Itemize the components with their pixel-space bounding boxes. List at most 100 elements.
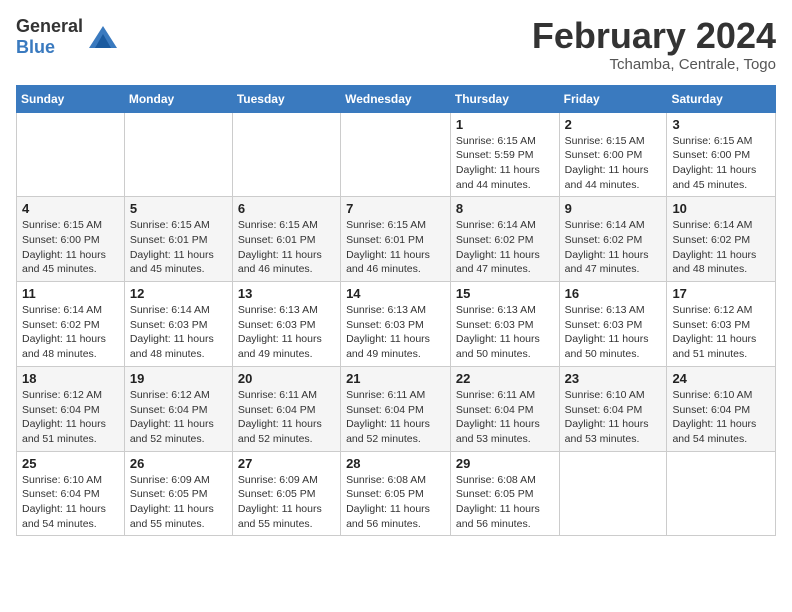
location-title: Tchamba, Centrale, Togo	[532, 56, 776, 73]
day-detail: Sunrise: 6:14 AM Sunset: 6:02 PM Dayligh…	[456, 218, 554, 277]
day-number: 14	[346, 286, 445, 301]
day-detail: Sunrise: 6:15 AM Sunset: 5:59 PM Dayligh…	[456, 134, 554, 193]
day-number: 24	[672, 371, 770, 386]
calendar-cell: 23Sunrise: 6:10 AM Sunset: 6:04 PM Dayli…	[559, 366, 667, 451]
day-number: 23	[565, 371, 662, 386]
day-number: 15	[456, 286, 554, 301]
day-detail: Sunrise: 6:13 AM Sunset: 6:03 PM Dayligh…	[346, 303, 445, 362]
day-detail: Sunrise: 6:11 AM Sunset: 6:04 PM Dayligh…	[456, 388, 554, 447]
calendar-header-row: SundayMondayTuesdayWednesdayThursdayFrid…	[17, 85, 776, 112]
day-number: 5	[130, 201, 227, 216]
day-detail: Sunrise: 6:08 AM Sunset: 6:05 PM Dayligh…	[346, 473, 445, 532]
calendar-cell	[17, 112, 125, 197]
day-detail: Sunrise: 6:15 AM Sunset: 6:01 PM Dayligh…	[130, 218, 227, 277]
calendar-cell: 16 Sunrise: 6:13 AM Sunset: 6:03 PM Dayli…	[559, 282, 667, 367]
day-detail: Sunrise: 6:12 AM Sunset: 6:04 PM Dayligh…	[22, 388, 119, 447]
logo-blue: Blue	[16, 37, 55, 57]
calendar-cell: 25 Sunrise: 6:10 AM Sunset: 6:04 PM Dayli…	[17, 451, 125, 536]
day-detail: Sunrise: 6:14 AM Sunset: 6:03 PM Dayligh…	[130, 303, 227, 362]
day-number: 22	[456, 371, 554, 386]
day-detail: Sunrise: 6:14 AM Sunset: 6:02 PM Dayligh…	[22, 303, 119, 362]
day-number: 6	[238, 201, 335, 216]
day-number: 13	[238, 286, 335, 301]
logo: General Blue	[16, 16, 117, 58]
calendar-cell	[124, 112, 232, 197]
day-detail: Sunrise: 6:11 AM Sunset: 6:04 PM Dayligh…	[238, 388, 335, 447]
day-number: 27	[238, 456, 335, 471]
calendar-cell: 26 Sunrise: 6:09 AM Sunset: 6:05 PM Dayli…	[124, 451, 232, 536]
day-detail: Sunrise: 6:14 AM Sunset: 6:02 PM Dayligh…	[672, 218, 770, 277]
calendar-cell	[341, 112, 451, 197]
day-detail: Sunrise: 6:11 AM Sunset: 6:04 PM Dayligh…	[346, 388, 445, 447]
calendar-cell	[559, 451, 667, 536]
logo-general: General	[16, 16, 83, 36]
calendar-cell: 18 Sunrise: 6:12 AM Sunset: 6:04 PM Dayli…	[17, 366, 125, 451]
day-detail: Sunrise: 6:10 AM Sunset: 6:04 PM Dayligh…	[22, 473, 119, 532]
day-detail: Sunrise: 6:13 AM Sunset: 6:03 PM Dayligh…	[456, 303, 554, 362]
day-number: 7	[346, 201, 445, 216]
day-header-tuesday: Tuesday	[232, 85, 340, 112]
day-detail: Sunrise: 6:08 AM Sunset: 6:05 PM Dayligh…	[456, 473, 554, 532]
day-detail: Sunrise: 6:13 AM Sunset: 6:03 PM Dayligh…	[565, 303, 662, 362]
day-header-monday: Monday	[124, 85, 232, 112]
calendar-cell: 7Sunrise: 6:15 AM Sunset: 6:01 PM Daylig…	[341, 197, 451, 282]
logo-icon	[89, 26, 117, 48]
calendar-week-row: 11 Sunrise: 6:14 AM Sunset: 6:02 PM Dayli…	[17, 282, 776, 367]
day-number: 18	[22, 371, 119, 386]
calendar-cell: 24 Sunrise: 6:10 AM Sunset: 6:04 PM Dayli…	[667, 366, 776, 451]
calendar-cell: 10Sunrise: 6:14 AM Sunset: 6:02 PM Dayli…	[667, 197, 776, 282]
calendar-cell: 2 Sunrise: 6:15 AM Sunset: 6:00 PM Daylig…	[559, 112, 667, 197]
day-detail: Sunrise: 6:14 AM Sunset: 6:02 PM Dayligh…	[565, 218, 662, 277]
day-detail: Sunrise: 6:15 AM Sunset: 6:00 PM Dayligh…	[672, 134, 770, 193]
calendar-cell	[232, 112, 340, 197]
day-number: 25	[22, 456, 119, 471]
day-number: 11	[22, 286, 119, 301]
day-detail: Sunrise: 6:15 AM Sunset: 6:00 PM Dayligh…	[565, 134, 662, 193]
day-number: 2	[565, 117, 662, 132]
day-number: 1	[456, 117, 554, 132]
day-number: 16	[565, 286, 662, 301]
calendar-cell: 5 Sunrise: 6:15 AM Sunset: 6:01 PM Daylig…	[124, 197, 232, 282]
calendar-cell: 13Sunrise: 6:13 AM Sunset: 6:03 PM Dayli…	[232, 282, 340, 367]
day-number: 20	[238, 371, 335, 386]
day-number: 3	[672, 117, 770, 132]
calendar-cell: 15 Sunrise: 6:13 AM Sunset: 6:03 PM Dayli…	[450, 282, 559, 367]
logo-text: General Blue	[16, 16, 83, 58]
calendar-cell: 4Sunrise: 6:15 AM Sunset: 6:00 PM Daylig…	[17, 197, 125, 282]
day-detail: Sunrise: 6:12 AM Sunset: 6:04 PM Dayligh…	[130, 388, 227, 447]
calendar-cell: 19 Sunrise: 6:12 AM Sunset: 6:04 PM Dayli…	[124, 366, 232, 451]
calendar-cell: 14 Sunrise: 6:13 AM Sunset: 6:03 PM Dayli…	[341, 282, 451, 367]
calendar-cell: 17 Sunrise: 6:12 AM Sunset: 6:03 PM Dayli…	[667, 282, 776, 367]
day-header-thursday: Thursday	[450, 85, 559, 112]
calendar-cell: 20 Sunrise: 6:11 AM Sunset: 6:04 PM Dayli…	[232, 366, 340, 451]
calendar-cell: 27 Sunrise: 6:09 AM Sunset: 6:05 PM Dayli…	[232, 451, 340, 536]
calendar-cell: 9Sunrise: 6:14 AM Sunset: 6:02 PM Daylig…	[559, 197, 667, 282]
day-number: 21	[346, 371, 445, 386]
day-header-wednesday: Wednesday	[341, 85, 451, 112]
day-detail: Sunrise: 6:09 AM Sunset: 6:05 PM Dayligh…	[130, 473, 227, 532]
calendar-cell: 29Sunrise: 6:08 AM Sunset: 6:05 PM Dayli…	[450, 451, 559, 536]
calendar-table: SundayMondayTuesdayWednesdayThursdayFrid…	[16, 85, 776, 537]
day-number: 28	[346, 456, 445, 471]
title-area: February 2024 Tchamba, Centrale, Togo	[532, 16, 776, 73]
day-number: 17	[672, 286, 770, 301]
day-detail: Sunrise: 6:15 AM Sunset: 6:01 PM Dayligh…	[238, 218, 335, 277]
day-header-saturday: Saturday	[667, 85, 776, 112]
day-detail: Sunrise: 6:12 AM Sunset: 6:03 PM Dayligh…	[672, 303, 770, 362]
day-number: 12	[130, 286, 227, 301]
day-header-sunday: Sunday	[17, 85, 125, 112]
calendar-cell: 6 Sunrise: 6:15 AM Sunset: 6:01 PM Daylig…	[232, 197, 340, 282]
month-title: February 2024	[532, 16, 776, 56]
calendar-cell: 1 Sunrise: 6:15 AM Sunset: 5:59 PM Daylig…	[450, 112, 559, 197]
calendar-cell: 22 Sunrise: 6:11 AM Sunset: 6:04 PM Dayli…	[450, 366, 559, 451]
day-number: 8	[456, 201, 554, 216]
day-detail: Sunrise: 6:15 AM Sunset: 6:00 PM Dayligh…	[22, 218, 119, 277]
day-header-friday: Friday	[559, 85, 667, 112]
calendar-week-row: 18 Sunrise: 6:12 AM Sunset: 6:04 PM Dayli…	[17, 366, 776, 451]
day-number: 19	[130, 371, 227, 386]
calendar-week-row: 1 Sunrise: 6:15 AM Sunset: 5:59 PM Daylig…	[17, 112, 776, 197]
day-detail: Sunrise: 6:10 AM Sunset: 6:04 PM Dayligh…	[672, 388, 770, 447]
day-detail: Sunrise: 6:09 AM Sunset: 6:05 PM Dayligh…	[238, 473, 335, 532]
calendar-cell: 3 Sunrise: 6:15 AM Sunset: 6:00 PM Daylig…	[667, 112, 776, 197]
day-number: 26	[130, 456, 227, 471]
